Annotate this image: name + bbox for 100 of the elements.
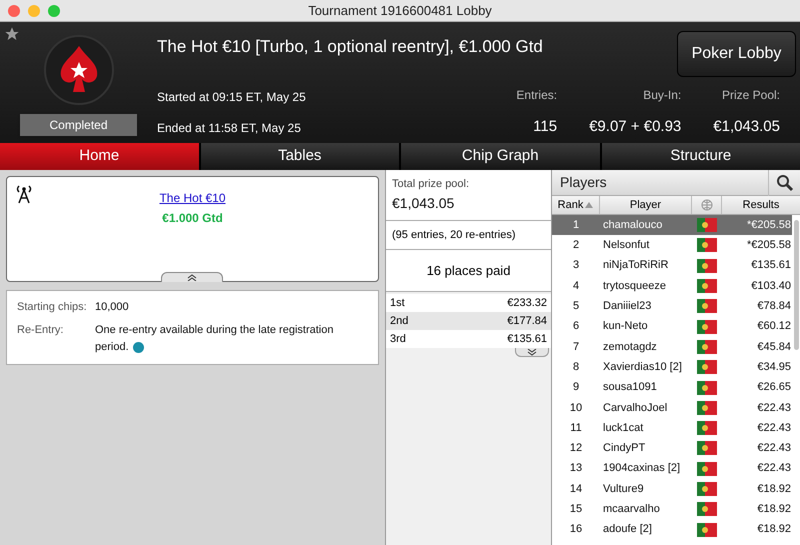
result-cell-text: €45.84 xyxy=(756,340,792,355)
search-icon xyxy=(776,174,794,192)
player-name: trytosqueeze xyxy=(602,278,667,294)
chevrons-up-icon xyxy=(187,274,197,281)
rank-cell-text: 2 xyxy=(572,238,580,254)
flag-icon xyxy=(697,340,717,354)
places-paid: 16 places paid xyxy=(386,250,551,292)
player-name: Xavierdias10 [2] xyxy=(602,360,683,375)
detail-label: Re-Entry: xyxy=(17,323,64,338)
result-cell-text: €22.43 xyxy=(756,441,792,456)
stat-value: €1,043.05 xyxy=(713,117,780,138)
rank-cell-text: 4 xyxy=(572,278,580,294)
player-row[interactable]: 12 CindyPT €22.43 xyxy=(552,438,792,459)
collapse-button[interactable] xyxy=(161,272,223,282)
player-row[interactable]: 4 trytosqueeze €103.40 xyxy=(552,276,792,296)
player-name: niNjaToRiRiR xyxy=(602,258,670,274)
rank-cell-text: 11 xyxy=(569,420,583,436)
player-row[interactable]: 13 1904caxinas [2] €22.43 xyxy=(552,458,792,479)
player-row[interactable]: 2 Nelsonfut *€205.58 xyxy=(552,235,792,256)
player-row[interactable]: 8 Xavierdias10 [2] €34.95 xyxy=(552,357,792,378)
tab[interactable]: Tables xyxy=(200,143,399,170)
result-cell-text: €18.92 xyxy=(756,482,792,497)
detail-label: Starting chips: xyxy=(17,300,88,315)
rank-cell-text: 13 xyxy=(568,461,584,476)
window-title: Tournament 1916600481 Lobby xyxy=(308,2,492,20)
stat-value: €9.07 + €0.93 xyxy=(589,117,682,138)
flag-icon xyxy=(697,400,717,415)
player-name: mcaarvalho xyxy=(602,502,661,518)
sort-up-icon xyxy=(585,202,594,208)
poker-lobby-button[interactable]: Poker Lobby xyxy=(677,31,796,77)
entries-summary: (95 entries, 20 re-entries) xyxy=(386,220,551,250)
player-row[interactable]: 10 CarvalhoJoel €22.43 xyxy=(552,398,792,418)
player-name: Vulture9 xyxy=(602,482,645,497)
flag-icon xyxy=(697,421,717,436)
start-time: Started at 09:15 ET, May 25 xyxy=(157,89,307,106)
detail-value: One re-entry available during the late registration period. xyxy=(95,323,334,355)
column-header[interactable]: Player xyxy=(600,196,692,214)
place-amount: €135.61 xyxy=(507,332,547,347)
result-cell-text: €26.65 xyxy=(756,380,792,396)
rank-cell-text: 6 xyxy=(572,319,580,334)
player-row[interactable]: 6 kun-Neto €60.12 xyxy=(552,316,792,337)
info-icon[interactable] xyxy=(132,342,144,353)
flag-icon xyxy=(697,482,717,496)
rank-cell-text: 10 xyxy=(568,400,584,416)
globe-icon xyxy=(700,199,712,211)
flag-icon xyxy=(697,441,717,456)
player-name: Nelsonfut xyxy=(602,238,650,254)
flag-icon xyxy=(697,238,717,252)
player-row[interactable]: 15 mcaarvalho €18.92 xyxy=(552,499,792,520)
detail-value: 10,000 xyxy=(95,300,130,315)
tab[interactable]: Home xyxy=(0,143,198,170)
flag-icon xyxy=(697,258,717,273)
flag-icon xyxy=(697,522,717,537)
prize-pool-total: €1,043.05 xyxy=(392,194,456,212)
tournament-link[interactable]: The Hot €10 xyxy=(159,189,226,207)
rank-cell-text: 3 xyxy=(572,258,580,274)
player-name: luck1cat xyxy=(602,420,644,436)
place-amount: €177.84 xyxy=(507,314,547,329)
stat-label: Prize Pool: xyxy=(722,87,780,104)
player-row[interactable]: 16 adoufe [2] €18.92 xyxy=(552,519,792,540)
scrollbar[interactable] xyxy=(794,220,799,350)
rank-cell-text: 16 xyxy=(568,522,584,538)
flag-icon xyxy=(697,462,717,476)
flag-icon xyxy=(697,320,717,334)
place-amount: €233.32 xyxy=(507,296,547,311)
tournament-title: The Hot €10 [Turbo, 1 optional reentry], €1.000 Gtd xyxy=(157,36,543,58)
result-cell-text: €18.92 xyxy=(756,522,792,538)
flag-icon xyxy=(697,502,717,516)
result-cell-text: €103.40 xyxy=(750,278,792,294)
rank-cell-text: 1 xyxy=(572,218,580,233)
player-row[interactable]: 9 sousa1091 €26.65 xyxy=(552,377,792,398)
stat-value: 115 xyxy=(533,117,558,138)
tab[interactable]: Structure xyxy=(602,143,800,170)
column-header[interactable]: Results xyxy=(722,196,800,214)
flag-icon xyxy=(697,299,717,314)
tab[interactable]: Chip Graph xyxy=(401,143,600,170)
expand-button[interactable] xyxy=(515,348,549,357)
guarantee-text: €1.000 Gtd xyxy=(162,210,223,227)
close-icon[interactable] xyxy=(8,4,20,16)
rank-cell-text: 7 xyxy=(572,340,580,355)
stat-label: Entries: xyxy=(516,87,558,104)
players-title: Players xyxy=(559,173,607,192)
star-icon[interactable] xyxy=(4,26,20,42)
player-row[interactable]: 5 Daniiiel23 €78.84 xyxy=(552,296,792,316)
stat-label: Buy-In: xyxy=(643,87,682,104)
player-row[interactable]: 11 luck1cat €22.43 xyxy=(552,418,792,438)
result-cell-text: €22.43 xyxy=(756,420,792,436)
player-row[interactable]: 7 zemotagdz €45.84 xyxy=(552,336,792,358)
player-name: 1904caxinas [2] xyxy=(602,461,682,476)
player-row[interactable]: 3 niNjaToRiRiR €135.61 xyxy=(552,256,792,276)
player-row[interactable]: 14 Vulture9 €18.92 xyxy=(552,478,792,500)
rank-cell-text: 14 xyxy=(568,482,584,497)
player-name: sousa1091 xyxy=(602,380,658,396)
player-name: CindyPT xyxy=(602,441,646,456)
result-cell-text: *€205.58 xyxy=(746,218,792,233)
column-header[interactable]: Rank xyxy=(552,196,600,214)
result-cell-text: €135.61 xyxy=(750,258,792,274)
player-row[interactable]: 1 chamalouco *€205.58 xyxy=(552,215,792,236)
rank-cell-text: 9 xyxy=(572,380,580,396)
chevrons-down-icon xyxy=(527,348,537,356)
